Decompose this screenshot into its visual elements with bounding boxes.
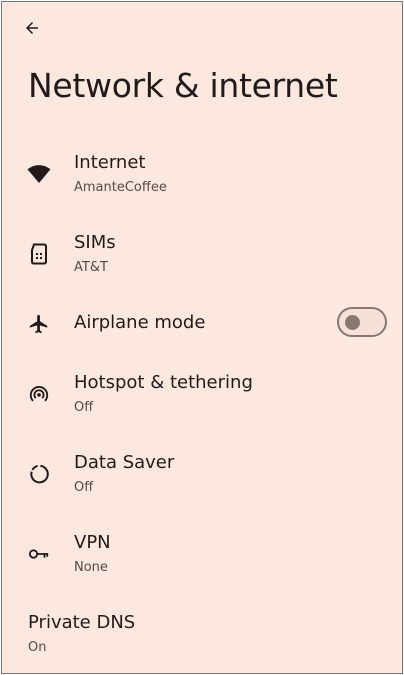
private-dns-title: Private DNS xyxy=(28,612,136,633)
airplane-icon xyxy=(26,311,52,337)
private-dns-subtitle: On xyxy=(28,640,47,655)
data-saver-setting[interactable]: Data Saver Off xyxy=(2,438,402,510)
wifi-icon xyxy=(26,161,52,187)
page-title: Network & internet xyxy=(28,66,338,105)
internet-title: Internet xyxy=(74,152,146,173)
private-dns-setting[interactable]: Private DNS On xyxy=(2,598,402,670)
arrow-back-icon xyxy=(26,22,38,34)
vpn-title: VPN xyxy=(74,532,111,553)
settings-screen: Network & internet Internet AmanteCoffee… xyxy=(1,1,403,674)
hotspot-tethering-setting[interactable]: Hotspot & tethering Off xyxy=(2,358,402,430)
data-saver-icon xyxy=(26,461,52,487)
data-saver-subtitle: Off xyxy=(74,480,94,495)
sim-card-icon xyxy=(26,241,52,267)
sims-subtitle: AT&T xyxy=(74,260,108,275)
sims-setting[interactable]: SIMs AT&T xyxy=(2,218,402,290)
internet-setting[interactable]: Internet AmanteCoffee xyxy=(2,138,402,210)
hotspot-tethering-subtitle: Off xyxy=(74,400,94,415)
vpn-subtitle: None xyxy=(74,560,108,575)
vpn-setting[interactable]: VPN None xyxy=(2,518,402,590)
internet-subtitle: AmanteCoffee xyxy=(74,180,167,195)
back-button[interactable] xyxy=(16,14,48,42)
airplane-mode-title: Airplane mode xyxy=(74,312,206,333)
hotspot-tethering-title: Hotspot & tethering xyxy=(74,372,253,393)
data-saver-title: Data Saver xyxy=(74,452,175,473)
hotspot-icon xyxy=(26,381,52,407)
toggle-knob xyxy=(345,315,360,330)
sims-title: SIMs xyxy=(74,232,116,253)
airplane-mode-toggle[interactable] xyxy=(337,307,387,337)
vpn-key-icon xyxy=(26,541,52,567)
